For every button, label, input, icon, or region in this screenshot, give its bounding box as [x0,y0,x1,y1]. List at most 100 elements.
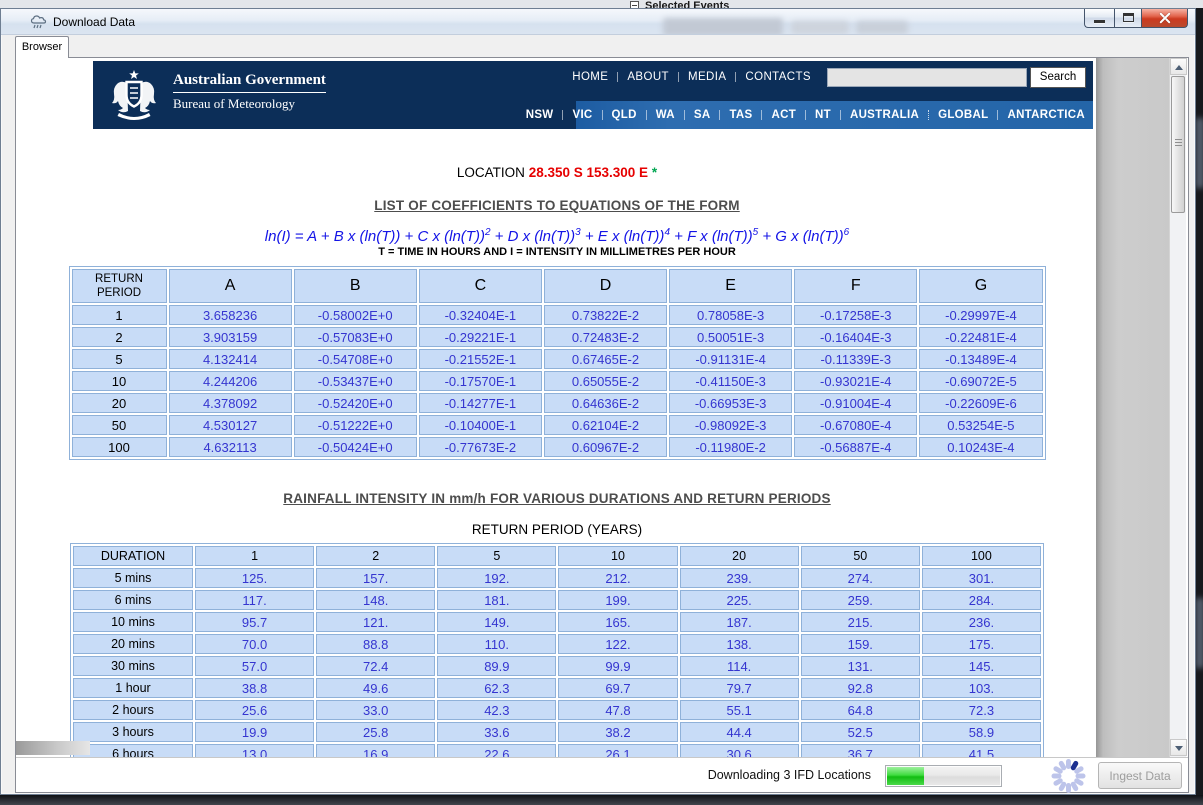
intensity-cell: 236. [922,612,1041,632]
background-window: Selected Events [0,0,1203,8]
minimize-button[interactable] [1084,9,1114,28]
intensity-cell: 301. [922,568,1041,588]
intensity-cell: 25.6 [195,700,314,720]
search-input[interactable] [827,68,1027,87]
column-header: 20 [680,546,799,566]
scrollbar-thumb[interactable] [1171,76,1185,213]
intensity-cell: 148. [316,590,435,610]
intensity-table: DURATION1251020501005 mins125.157.192.21… [70,543,1044,757]
column-header: F [794,269,917,303]
table-row: 6 hours13.016.922.626.130.636.741.5 [73,744,1041,757]
coefficient-cell: 4.378092 [169,393,292,413]
duration-cell: 20 mins [73,634,193,654]
intensity-cell: 41.5 [922,744,1041,757]
intensity-cell: 121. [316,612,435,632]
intensity-cell: 192. [437,568,556,588]
window-title: Download Data [53,15,135,29]
coefficient-cell: 0.10243E-4 [919,437,1042,457]
coefficient-cell: -0.21552E-1 [419,349,542,369]
column-header: B [294,269,417,303]
region-nav-link[interactable]: NSW [526,109,554,121]
intensity-cell: 72.4 [316,656,435,676]
intensity-cell: 64.8 [801,700,920,720]
nav-separator-icon [840,110,841,120]
intensity-cell: 38.8 [195,678,314,698]
intensity-cell: 157. [316,568,435,588]
top-nav-link[interactable]: ABOUT [627,71,669,83]
intensity-cell: 55.1 [680,700,799,720]
vertical-scrollbar[interactable] [1169,58,1186,757]
desktop-blur-blob [1196,118,1203,188]
table-row: 54.132414-0.54708E+0-0.21552E-10.67465E-… [72,349,1043,369]
web-page: Australian Government Bureau of Meteorol… [18,58,1096,757]
coefficient-cell: -0.14277E-1 [419,393,542,413]
top-nav-link[interactable]: HOME [572,71,608,83]
region-nav-link[interactable]: VIC [572,109,592,121]
formula-text: + D x (ln(T)) [491,228,576,245]
intensity-cell: 145. [922,656,1041,676]
region-nav-link[interactable]: AUSTRALIA [850,109,919,121]
region-nav-link[interactable]: ANTARCTICA [1007,109,1085,121]
column-header: 5 [437,546,556,566]
intensity-cell: 175. [922,634,1041,654]
region-nav-link[interactable]: NT [815,109,831,121]
coefficient-cell: -0.17570E-1 [419,371,542,391]
intensity-cell: 165. [558,612,677,632]
intensity-cell: 69.7 [558,678,677,698]
column-header: G [919,269,1042,303]
formula-text: + F x (ln(T)) [670,228,753,245]
region-nav-link[interactable]: QLD [612,109,637,121]
intensity-cell: 25.8 [316,722,435,742]
column-header: 100 [922,546,1041,566]
desktop-blur-blob [1196,598,1203,668]
intensity-cell: 110. [437,634,556,654]
intensity-cell: 33.6 [437,722,556,742]
coefficient-cell: -0.98092E-3 [669,415,792,435]
ingest-data-button[interactable]: Ingest Data [1098,762,1182,789]
maximize-button[interactable] [1114,9,1142,28]
table-row: 20 mins70.088.8110.122.138.159.175. [73,634,1041,654]
intensity-cell: 212. [558,568,677,588]
window-titlebar[interactable]: Download Data [1,9,1195,35]
duration-cell: 6 mins [73,590,193,610]
region-nav-link[interactable]: SA [694,109,711,121]
region-nav-link[interactable]: ACT [771,109,796,121]
close-button[interactable] [1142,9,1188,28]
scroll-up-button[interactable] [1170,58,1187,75]
download-progress-bar [885,765,1002,787]
return-period-cell: 10 [72,371,167,391]
region-nav-link[interactable]: WA [656,109,675,121]
duration-cell: 2 hours [73,700,193,720]
top-nav-link[interactable]: CONTACTS [745,71,811,83]
table-row: 204.378092-0.52420E+0-0.14277E-10.64636E… [72,393,1043,413]
tab-browser[interactable]: Browser [15,36,69,58]
coefficient-cell: 0.53254E-5 [919,415,1042,435]
column-header: DURATION [73,546,193,566]
desktop-right-strip [1196,8,1203,795]
top-nav: HOME ABOUT MEDIA CONTACTS Search [572,66,1086,88]
coefficient-cell: -0.10400E-1 [419,415,542,435]
column-header: 10 [558,546,677,566]
intensity-cell: 103. [922,678,1041,698]
column-header: 1 [195,546,314,566]
coefficient-cell: 0.67465E-2 [544,349,667,369]
tab-page: Australian Government Bureau of Meteorol… [15,57,1189,793]
arrow-down-icon [1175,746,1183,751]
nav-separator-icon [928,110,929,120]
formula-text: + G x (ln(T)) [758,228,843,245]
table-row: 6 mins117.148.181.199.225.259.284. [73,590,1041,610]
coefficient-cell: -0.53437E+0 [294,371,417,391]
top-nav-link[interactable]: MEDIA [688,71,726,83]
nav-separator-icon [678,72,679,82]
region-nav-link[interactable]: TAS [729,109,752,121]
coefficient-cell: -0.91131E-4 [669,349,792,369]
region-nav-link[interactable]: GLOBAL [938,109,988,121]
formula-text: ln(I) = A + B x (ln(T)) + C x (ln(T)) [265,228,485,245]
progress-fill [887,767,924,785]
column-header: C [419,269,542,303]
intensity-cell: 215. [801,612,920,632]
intensity-cell: 88.8 [316,634,435,654]
scroll-down-button[interactable] [1170,739,1187,756]
search-button[interactable]: Search [1030,67,1086,88]
intensity-cell: 259. [801,590,920,610]
